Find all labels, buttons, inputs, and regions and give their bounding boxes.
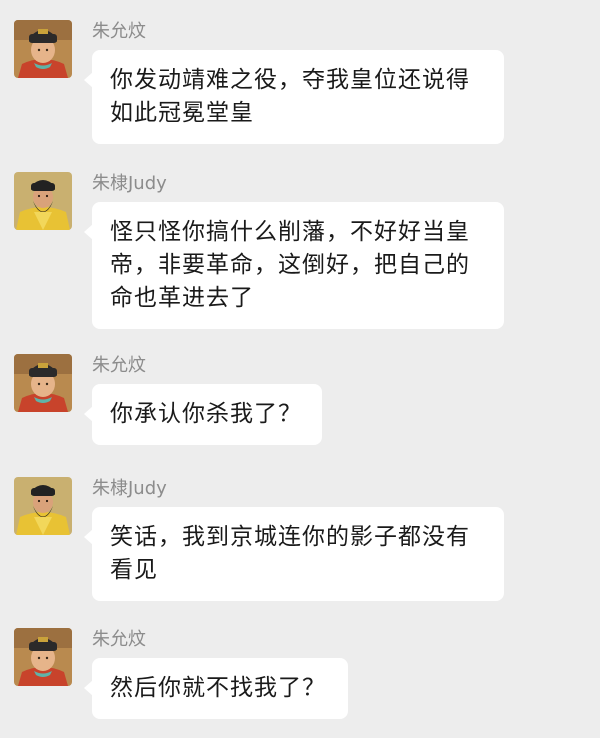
sender-name: 朱允炆 bbox=[92, 629, 146, 650]
jianwen-emperor-avatar[interactable] bbox=[14, 20, 72, 78]
yongle-emperor-avatar[interactable] bbox=[14, 172, 72, 230]
sender-name: 朱棣Judy bbox=[92, 173, 167, 194]
sender-name: 朱允炆 bbox=[92, 355, 146, 376]
message-bubble[interactable]: 你承认你杀我了？ bbox=[84, 384, 322, 445]
sender-name: 朱棣Judy bbox=[92, 478, 167, 499]
chat-view: 朱允炆 你发动靖难之役，夺我皇位还说得如此冠冕堂皇 朱棣Judy 怪只怪你搞什么… bbox=[0, 0, 600, 738]
message-bubble[interactable]: 你发动靖难之役，夺我皇位还说得如此冠冕堂皇 bbox=[84, 50, 504, 144]
jianwen-emperor-avatar[interactable] bbox=[14, 628, 72, 686]
yongle-emperor-avatar[interactable] bbox=[14, 477, 72, 535]
message-bubble[interactable]: 然后你就不找我了？ bbox=[84, 658, 348, 719]
message-bubble[interactable]: 怪只怪你搞什么削藩，不好好当皇帝，非要革命，这倒好，把自己的命也革进去了 bbox=[84, 202, 504, 329]
jianwen-emperor-avatar[interactable] bbox=[14, 354, 72, 412]
sender-name: 朱允炆 bbox=[92, 21, 146, 42]
message-bubble[interactable]: 笑话，我到京城连你的影子都没有看见 bbox=[84, 507, 504, 601]
